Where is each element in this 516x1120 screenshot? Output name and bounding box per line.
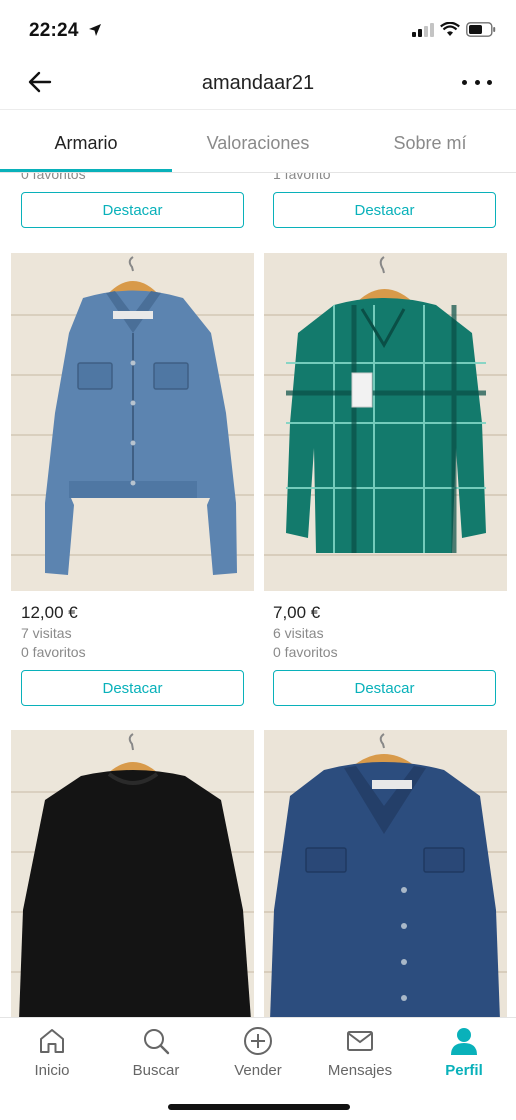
tab-indicator [0, 169, 172, 172]
destacar-button[interactable]: Destacar [21, 670, 244, 706]
destacar-button[interactable]: Destacar [273, 670, 496, 706]
plus-circle-icon [244, 1027, 272, 1055]
destacar-button[interactable]: Destacar [273, 192, 496, 228]
item-price: 12,00 € [21, 603, 78, 622]
nav-inicio[interactable]: Inicio [7, 1026, 97, 1079]
wifi-icon [440, 22, 460, 36]
search-icon [144, 1029, 170, 1055]
item-views: 6 visitas [273, 625, 324, 641]
signal-icon [412, 22, 434, 37]
status-bar: 22:24 [0, 0, 516, 56]
page-title: amandaar21 [201, 72, 315, 94]
mail-icon [347, 1031, 373, 1051]
nav-label-vender: Vender [234, 1062, 282, 1079]
item-views: 7 visitas [21, 625, 72, 641]
person-icon [451, 1028, 477, 1055]
black-sweatshirt-photo[interactable] [11, 730, 254, 1017]
app-header: amandaar21 [0, 56, 516, 110]
home-indicator [168, 1104, 350, 1110]
tab-valoraciones[interactable]: Valoraciones [172, 133, 344, 154]
item-price: 7,00 € [273, 603, 321, 622]
home-icon [40, 1029, 64, 1053]
more-horizontal-icon[interactable] [462, 74, 492, 90]
status-time: 22:24 [29, 20, 79, 41]
tab-sobre-mi[interactable]: Sobre mí [344, 133, 516, 154]
tab-armario[interactable]: Armario [0, 133, 172, 154]
battery-icon [466, 22, 496, 37]
item-favorites: 1 favorito [273, 173, 331, 182]
item-favorites: 0 favoritos [273, 644, 338, 660]
profile-tabs: Armario Valoraciones Sobre mí [0, 111, 516, 173]
nav-mensajes[interactable]: Mensajes [315, 1026, 405, 1079]
navy-jacket-photo[interactable] [264, 730, 507, 1017]
nav-label-buscar: Buscar [132, 1062, 180, 1079]
nav-label-mensajes: Mensajes [327, 1062, 393, 1079]
item-favorites: 0 favoritos [21, 173, 86, 182]
green-plaid-shirt-photo[interactable] [264, 253, 507, 591]
destacar-button[interactable]: Destacar [21, 192, 244, 228]
nav-label-inicio: Inicio [34, 1062, 70, 1079]
wardrobe-grid[interactable]: 0 favoritos Destacar 1 favorito Destacar [0, 173, 516, 1017]
item-favorites: 0 favoritos [21, 644, 86, 660]
status-indicators [412, 22, 496, 37]
nav-perfil[interactable]: Perfil [419, 1026, 509, 1079]
nav-label-perfil: Perfil [445, 1062, 483, 1079]
nav-vender[interactable]: Vender [213, 1026, 303, 1079]
denim-jacket-photo[interactable] [11, 253, 254, 591]
location-arrow-icon [89, 24, 101, 36]
nav-buscar[interactable]: Buscar [111, 1026, 201, 1079]
